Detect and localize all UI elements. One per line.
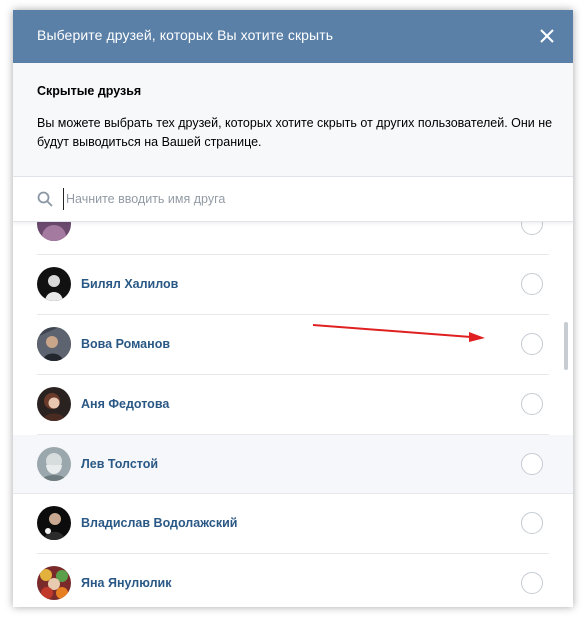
list-scrollbar[interactable] [564,322,568,370]
friend-name[interactable]: Билял Халилов [81,277,178,291]
close-button[interactable] [537,26,557,46]
select-radio[interactable] [521,273,543,295]
info-text: Вы можете выбрать тех друзей, которых хо… [37,116,553,149]
search-input[interactable] [63,188,546,210]
info-section: Скрытые друзья Вы можете выбрать тех дру… [13,63,573,177]
close-icon [540,29,554,43]
friend-name[interactable]: Аня Федотова [81,397,169,411]
avatar [37,447,71,481]
avatar [37,566,71,600]
friends-list: Билял Халилов Вова Романов Аня Федотова … [13,221,573,607]
select-radio[interactable] [521,393,543,415]
friend-row[interactable]: Вова Романов [37,315,549,375]
friend-row[interactable] [37,221,549,255]
avatar [37,221,71,241]
friend-name[interactable]: Яна Янулюлик [81,576,171,590]
friend-row[interactable]: Аня Федотова [37,375,549,435]
select-radio[interactable] [521,512,543,534]
select-radio[interactable] [521,572,543,594]
info-title: Скрытые друзья [37,84,142,98]
select-radio[interactable] [521,221,543,235]
friend-row[interactable]: Лев Толстой [13,435,573,494]
search-icon [37,191,53,207]
hide-friends-dialog: Выберите друзей, которых Вы хотите скрыт… [13,10,573,607]
dialog-header: Выберите друзей, которых Вы хотите скрыт… [13,10,573,63]
avatar [37,387,71,421]
friend-name[interactable]: Вова Романов [81,337,170,351]
select-radio[interactable] [521,333,543,355]
select-radio[interactable] [521,453,543,475]
friend-row[interactable]: Яна Янулюлик [37,554,549,607]
friend-name[interactable]: Владислав Водолажский [81,516,237,530]
dialog-title: Выберите друзей, которых Вы хотите скрыт… [37,27,334,43]
search-bar [13,177,573,222]
friend-row[interactable]: Владислав Водолажский [37,494,549,554]
friend-row[interactable]: Билял Халилов [37,255,549,315]
avatar [37,327,71,361]
avatar [37,267,71,301]
friend-name[interactable]: Лев Толстой [81,457,158,471]
avatar [37,506,71,540]
